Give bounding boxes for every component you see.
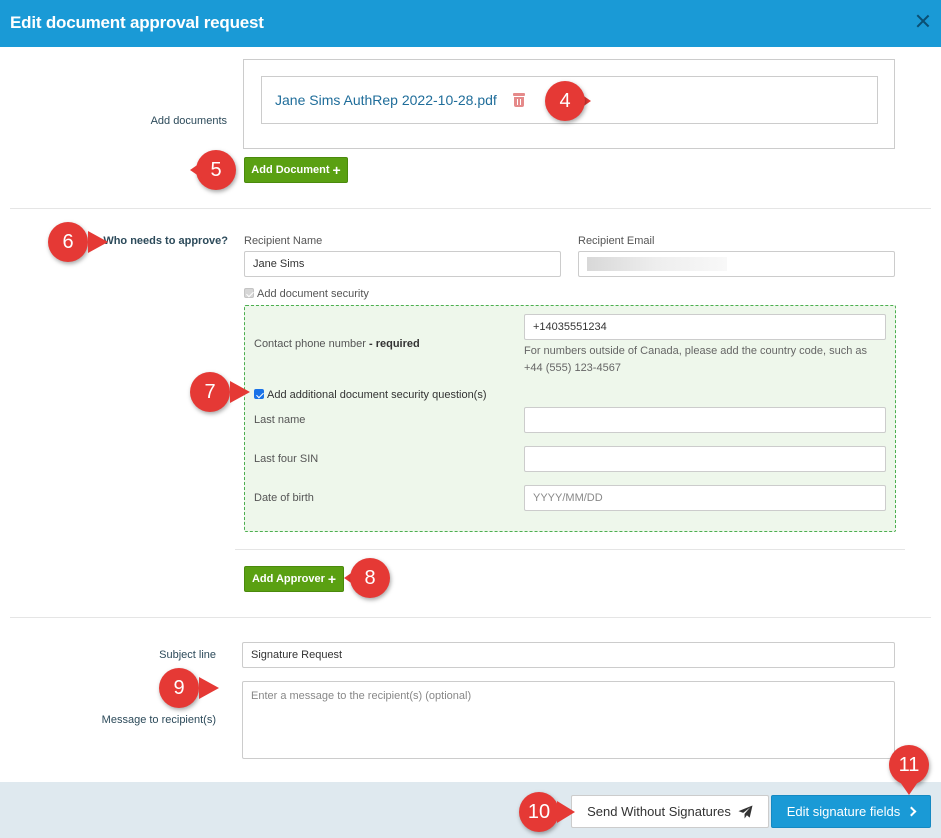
callout-7: 7 (190, 372, 250, 412)
phone-label: Contact phone number - required (254, 338, 420, 350)
security-questions-label: Add additional document security questio… (267, 389, 487, 401)
plus-icon: + (332, 162, 341, 178)
callout-6-number: 6 (48, 222, 88, 262)
callout-4-number: 4 (545, 81, 585, 121)
callout-9: 9 (159, 668, 219, 708)
add-documents-label: Add documents (150, 115, 227, 127)
add-document-label: Add Document (251, 164, 330, 176)
callout-11: 11 (889, 745, 933, 797)
callout-5: 5 (190, 150, 236, 190)
trash-icon[interactable] (513, 93, 525, 107)
plus-icon: + (327, 571, 337, 587)
add-approver-label: Add Approver (251, 573, 325, 585)
phone-label-text: Contact phone number (254, 338, 366, 350)
recipient-email-value (587, 257, 727, 271)
last-name-input[interactable] (524, 407, 886, 433)
callout-10-number: 10 (519, 792, 559, 832)
add-document-button[interactable]: Add Document + (244, 157, 348, 183)
recipient-email-label: Recipient Email (578, 235, 655, 247)
edit-signature-fields-button[interactable]: Edit signature fields (771, 795, 931, 828)
add-security-label: Add document security (257, 288, 369, 300)
callout-8-number: 8 (350, 558, 390, 598)
dialog-title: Edit document approval request (10, 13, 264, 32)
send-button-label: Send Without Signatures (587, 804, 731, 819)
subject-input[interactable]: Signature Request (242, 642, 895, 668)
callout-7-number: 7 (190, 372, 230, 412)
recipient-email-input[interactable] (578, 251, 895, 277)
recipient-name-input[interactable]: Jane Sims (244, 251, 561, 277)
chevron-right-icon (906, 806, 917, 817)
message-textarea[interactable]: Enter a message to the recipient(s) (opt… (242, 681, 895, 759)
subject-label: Subject line (159, 649, 216, 661)
callout-4: 4 (545, 81, 591, 121)
phone-help-text: For numbers outside of Canada, please ad… (524, 345, 868, 374)
approver-divider (235, 549, 905, 550)
dob-input[interactable]: YYYY/MM/DD (524, 485, 886, 511)
dialog-header: Edit document approval request (0, 0, 941, 47)
paper-plane-icon (738, 804, 753, 819)
security-questions-checkbox[interactable] (254, 389, 264, 399)
document-link[interactable]: Jane Sims AuthRep 2022-10-28.pdf (275, 92, 497, 108)
sin-input[interactable] (524, 446, 886, 472)
callout-9-number: 9 (159, 668, 199, 708)
phone-required-text: - required (368, 338, 420, 350)
dob-label: Date of birth (254, 492, 314, 504)
section-divider-2 (10, 617, 931, 618)
send-without-signatures-button[interactable]: Send Without Signatures (571, 795, 769, 828)
recipient-name-label: Recipient Name (244, 235, 323, 247)
approvers-label: Who needs to approve? (103, 235, 228, 247)
last-name-label: Last name (254, 414, 306, 426)
message-label: Message to recipient(s) (101, 714, 216, 726)
close-icon[interactable] (915, 13, 931, 29)
add-approver-button[interactable]: Add Approver + (244, 566, 344, 592)
section-divider (10, 208, 931, 209)
callout-10: 10 (519, 792, 575, 832)
edit-button-label: Edit signature fields (786, 804, 901, 819)
add-security-checkbox[interactable] (244, 288, 254, 298)
callout-8: 8 (344, 558, 390, 598)
phone-input[interactable]: +14035551234 (524, 314, 886, 340)
callout-6: 6 (48, 222, 108, 262)
sin-label: Last four SIN (254, 453, 319, 465)
